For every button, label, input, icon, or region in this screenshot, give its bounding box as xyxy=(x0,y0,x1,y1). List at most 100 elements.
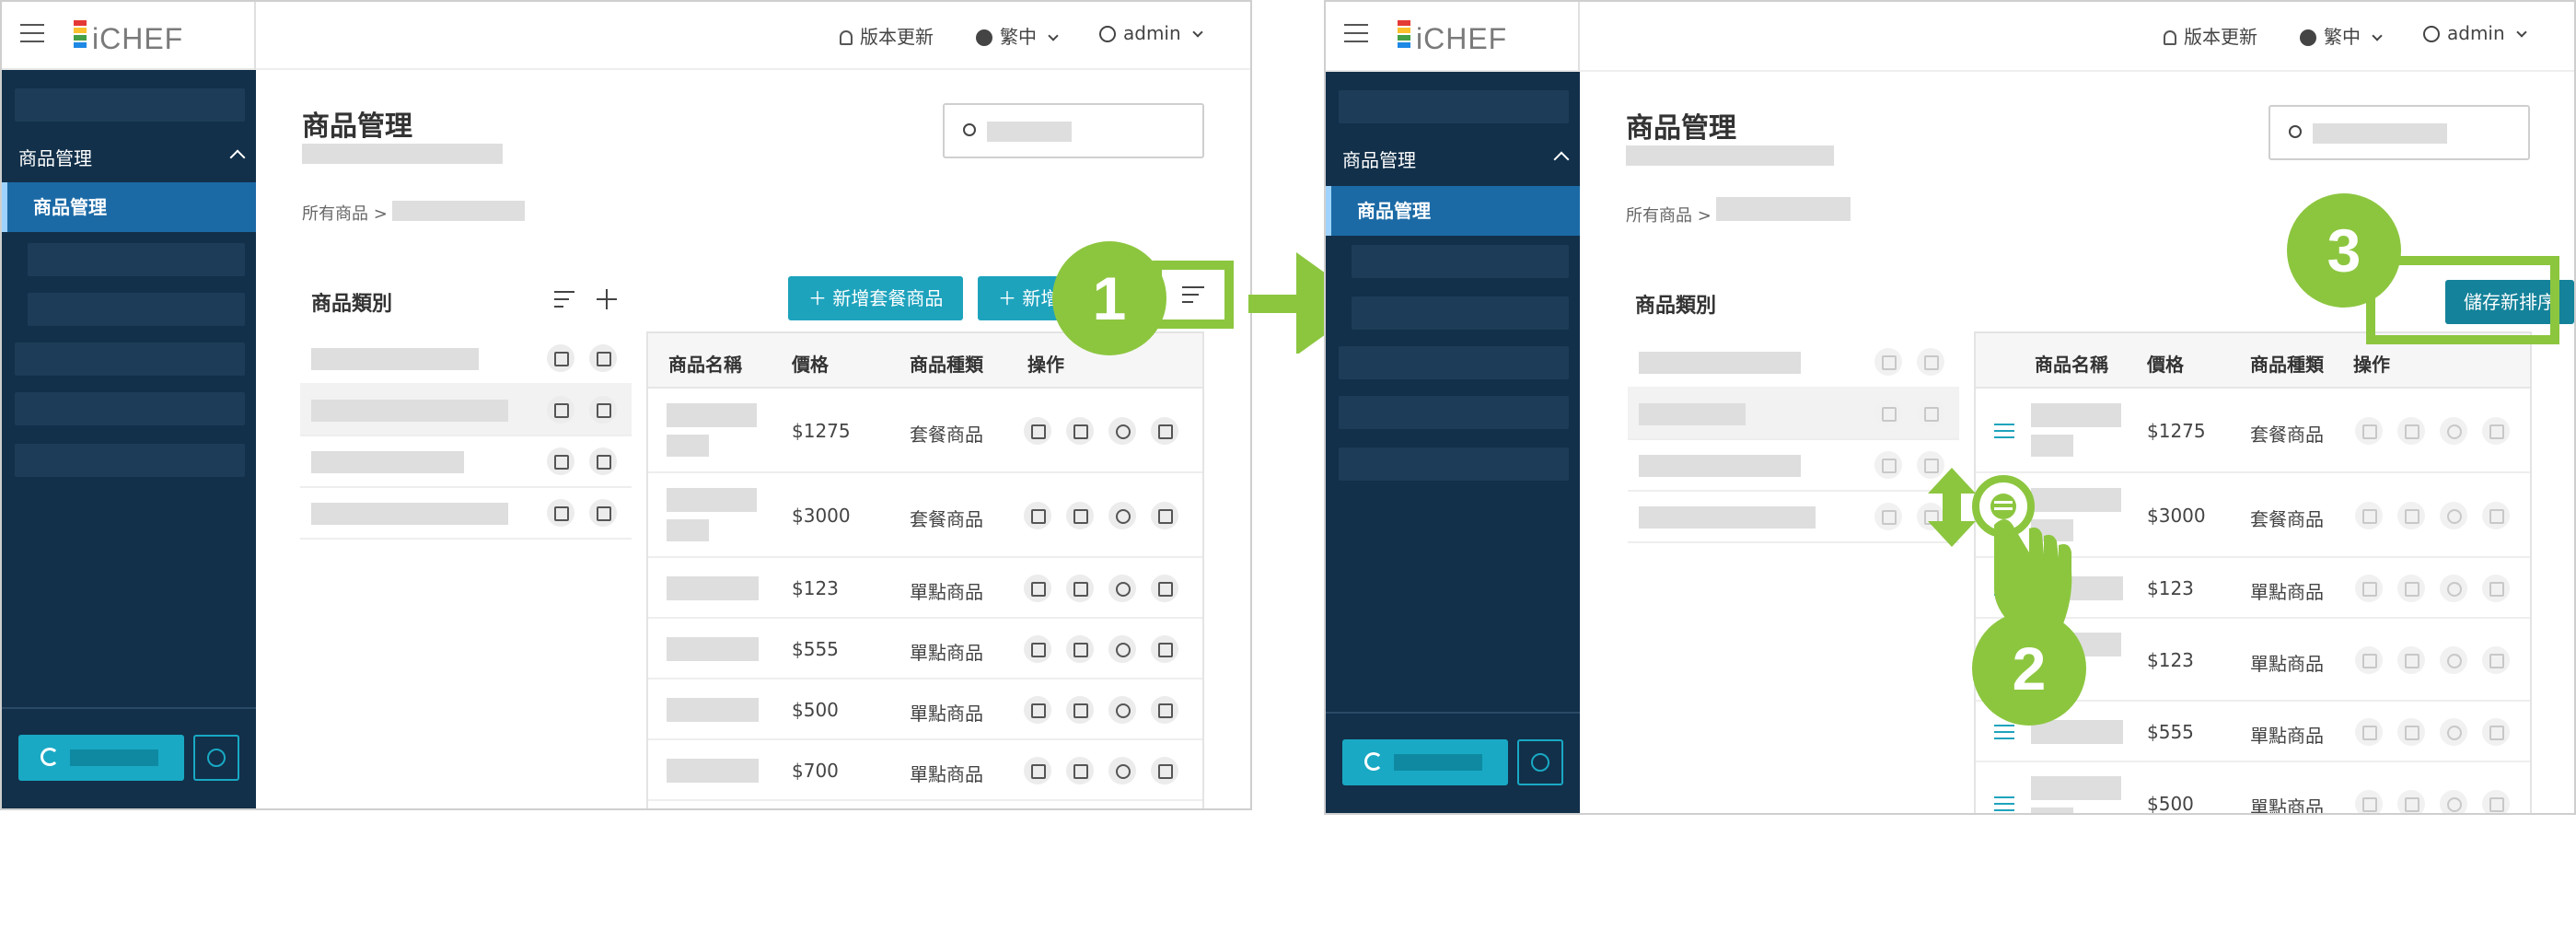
category-row[interactable] xyxy=(1628,438,1959,492)
trash-icon[interactable] xyxy=(589,499,617,527)
pause-icon[interactable] xyxy=(1108,635,1136,663)
search-input[interactable] xyxy=(2269,105,2530,160)
edit-icon[interactable] xyxy=(1874,400,1902,427)
sidebar-item-placeholder[interactable] xyxy=(1339,90,1569,123)
copy-icon[interactable] xyxy=(1066,502,1094,529)
edit-icon[interactable] xyxy=(2355,502,2383,529)
drag-handle-icon[interactable] xyxy=(1994,424,2014,438)
drag-handle-icon[interactable] xyxy=(1994,725,2014,739)
copy-icon[interactable] xyxy=(1066,696,1094,724)
menu-icon[interactable] xyxy=(20,24,44,42)
table-row[interactable]: $500 單點商品 xyxy=(1976,762,2530,813)
sidebar-item-placeholder[interactable] xyxy=(15,444,245,477)
language-selector[interactable]: 繁中 xyxy=(2300,22,2383,49)
sidebar-item-placeholder[interactable] xyxy=(1352,296,1569,330)
category-row[interactable] xyxy=(300,486,632,540)
edit-icon[interactable] xyxy=(1024,696,1051,724)
drag-handle-icon[interactable] xyxy=(1994,796,2014,811)
trash-icon[interactable] xyxy=(1151,502,1178,529)
copy-icon[interactable] xyxy=(2397,646,2425,674)
edit-icon[interactable] xyxy=(547,396,574,424)
version-update-button[interactable]: 版本更新 xyxy=(840,22,934,49)
edit-icon[interactable] xyxy=(2355,575,2383,602)
pause-icon[interactable] xyxy=(1108,417,1136,445)
sidebar-item-placeholder[interactable] xyxy=(15,392,245,425)
edit-icon[interactable] xyxy=(547,447,574,475)
pause-icon[interactable] xyxy=(2440,646,2467,674)
pause-icon[interactable] xyxy=(1108,502,1136,529)
sidebar-item-placeholder[interactable] xyxy=(28,293,245,326)
trash-icon[interactable] xyxy=(1151,757,1178,784)
pause-icon[interactable] xyxy=(1108,757,1136,784)
table-row[interactable]: $123 單點商品 xyxy=(648,558,1202,619)
trash-icon[interactable] xyxy=(589,396,617,424)
menu-icon[interactable] xyxy=(1344,24,1368,42)
edit-icon[interactable] xyxy=(2355,718,2383,746)
trash-icon[interactable] xyxy=(2482,417,2510,445)
edit-icon[interactable] xyxy=(2355,646,2383,674)
copy-icon[interactable] xyxy=(2397,790,2425,813)
edit-icon[interactable] xyxy=(1024,757,1051,784)
sidebar-item-placeholder[interactable] xyxy=(1339,447,1569,481)
sync-button[interactable] xyxy=(18,735,184,781)
sidebar-item-placeholder[interactable] xyxy=(1339,396,1569,429)
edit-icon[interactable] xyxy=(1874,503,1902,530)
edit-icon[interactable] xyxy=(1024,502,1051,529)
table-row[interactable]: $1275 套餐商品 xyxy=(1976,389,2530,473)
sidebar-section-products[interactable]: 商品管理 xyxy=(2,138,256,179)
pause-icon[interactable] xyxy=(2440,718,2467,746)
trash-icon[interactable] xyxy=(2482,790,2510,813)
pause-icon[interactable] xyxy=(2440,417,2467,445)
trash-icon[interactable] xyxy=(2482,646,2510,674)
sidebar-item-placeholder[interactable] xyxy=(1352,245,1569,278)
sort-icon[interactable] xyxy=(1182,286,1206,305)
table-row[interactable]: $1275 套餐商品 xyxy=(648,389,1202,473)
category-row[interactable] xyxy=(1628,387,1959,440)
pause-icon[interactable] xyxy=(2440,575,2467,602)
table-row[interactable]: $555 單點商品 xyxy=(648,619,1202,680)
trash-icon[interactable] xyxy=(589,447,617,475)
sidebar-item-placeholder[interactable] xyxy=(1339,346,1569,379)
category-row[interactable] xyxy=(300,383,632,436)
trash-icon[interactable] xyxy=(2482,718,2510,746)
edit-icon[interactable] xyxy=(1874,451,1902,479)
trash-icon[interactable] xyxy=(1917,400,1944,427)
add-combo-button[interactable]: ＋ 新增套餐商品 xyxy=(788,276,964,320)
trash-icon[interactable] xyxy=(2482,575,2510,602)
sidebar-item-placeholder[interactable] xyxy=(28,243,245,276)
edit-icon[interactable] xyxy=(547,499,574,527)
copy-icon[interactable] xyxy=(2397,718,2425,746)
history-button[interactable] xyxy=(1517,739,1563,785)
pause-icon[interactable] xyxy=(1108,696,1136,724)
trash-icon[interactable] xyxy=(1151,696,1178,724)
copy-icon[interactable] xyxy=(1066,417,1094,445)
sidebar-item-placeholder[interactable] xyxy=(15,88,245,122)
search-input[interactable] xyxy=(943,103,1204,158)
category-row[interactable] xyxy=(300,331,632,385)
breadcrumb-root[interactable]: 所有商品 xyxy=(302,204,368,224)
edit-icon[interactable] xyxy=(2355,790,2383,813)
trash-icon[interactable] xyxy=(1151,417,1178,445)
trash-icon[interactable] xyxy=(2482,502,2510,529)
category-row[interactable] xyxy=(1628,335,1959,389)
sidebar-section-products[interactable]: 商品管理 xyxy=(1326,140,1580,180)
user-menu[interactable]: admin xyxy=(1099,22,1203,44)
sidebar-item-placeholder[interactable] xyxy=(15,343,245,376)
language-selector[interactable]: 繁中 xyxy=(976,22,1059,49)
category-row[interactable] xyxy=(300,435,632,488)
table-row[interactable]: $700 單點商品 xyxy=(648,740,1202,801)
edit-icon[interactable] xyxy=(1024,417,1051,445)
sort-icon[interactable] xyxy=(554,291,574,309)
user-menu[interactable]: admin xyxy=(2423,22,2527,44)
copy-icon[interactable] xyxy=(2397,417,2425,445)
pause-icon[interactable] xyxy=(1108,575,1136,602)
trash-icon[interactable] xyxy=(589,344,617,372)
sidebar-item-product-management[interactable]: 商品管理 xyxy=(1326,186,1580,236)
table-row[interactable]: $500 單點商品 xyxy=(648,680,1202,740)
edit-icon[interactable] xyxy=(1874,348,1902,376)
copy-icon[interactable] xyxy=(2397,575,2425,602)
edit-icon[interactable] xyxy=(1024,635,1051,663)
edit-icon[interactable] xyxy=(2355,417,2383,445)
breadcrumb-root[interactable]: 所有商品 xyxy=(1626,206,1692,226)
trash-icon[interactable] xyxy=(1151,575,1178,602)
